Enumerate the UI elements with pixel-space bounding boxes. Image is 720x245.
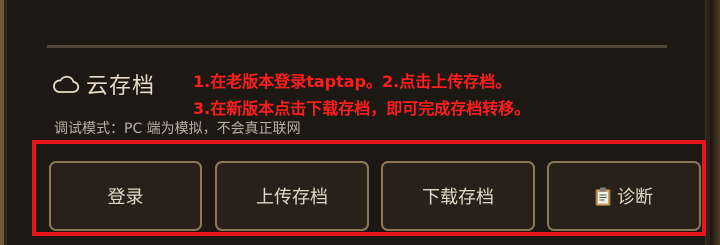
section-title: 云存档	[86, 74, 156, 99]
cloud-icon	[52, 73, 80, 95]
login-button[interactable]: 登录	[49, 161, 202, 231]
divider	[47, 45, 667, 48]
diagnose-button-label: 诊断	[617, 187, 653, 208]
left-edge	[0, 0, 4, 245]
diagnose-button[interactable]: 诊断	[547, 161, 701, 231]
right-edge	[710, 0, 720, 245]
app-window: 云存档 1.在老版本登录taptap。2.点击上传存档。 3.在新版本点击下载存…	[0, 0, 720, 245]
upload-save-button-label: 上传存档	[256, 187, 328, 208]
instruction-annotation: 1.在老版本登录taptap。2.点击上传存档。 3.在新版本点击下载存档，即可…	[193, 68, 530, 122]
instruction-line-2: 3.在新版本点击下载存档，即可完成存档转移。	[193, 99, 531, 118]
upload-save-button[interactable]: 上传存档	[215, 161, 369, 231]
clipboard-icon	[595, 187, 611, 206]
section-header: 云存档	[52, 68, 155, 100]
download-save-button-label: 下载存档	[422, 187, 494, 208]
login-button-label: 登录	[107, 187, 144, 208]
instruction-line-1: 1.在老版本登录taptap。2.点击上传存档。	[193, 72, 512, 91]
debug-mode-note: 调试模式：PC 端为模拟，不会真正联网	[54, 121, 301, 134]
download-save-button[interactable]: 下载存档	[381, 161, 535, 231]
